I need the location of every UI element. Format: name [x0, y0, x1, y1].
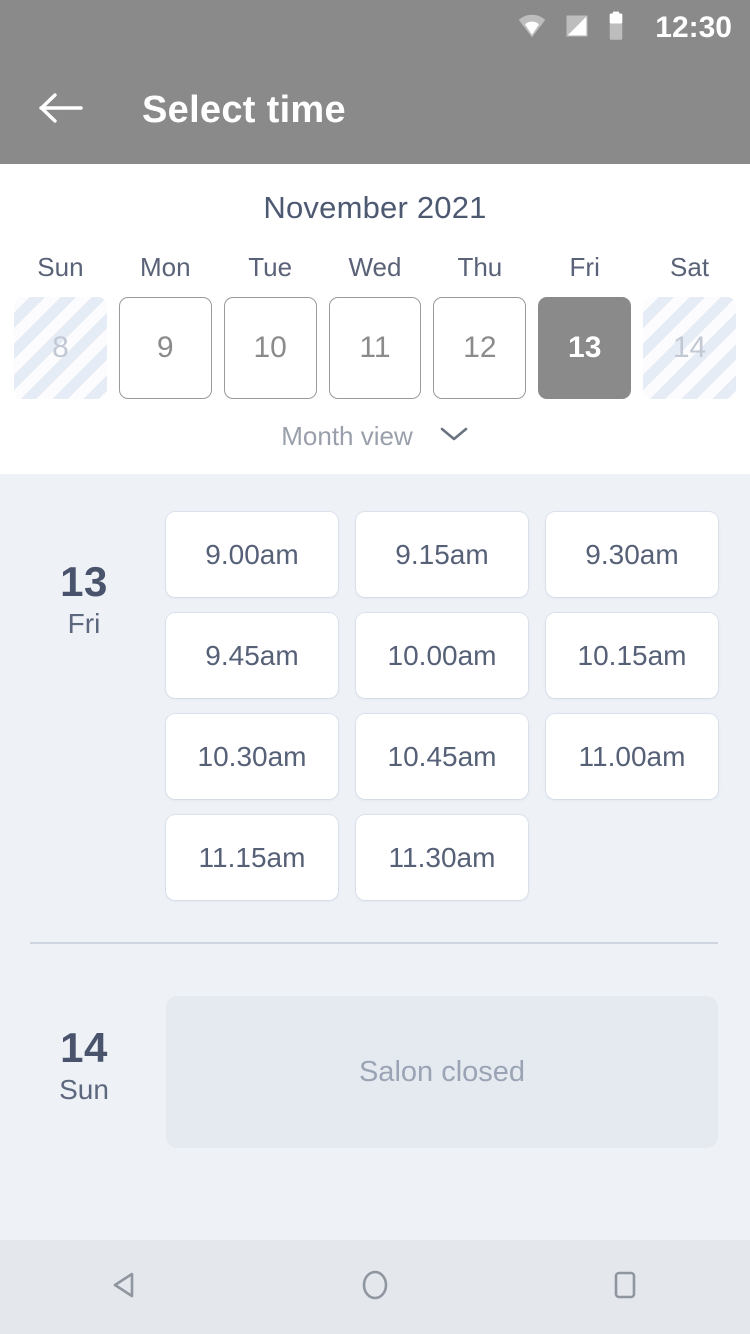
- time-slot[interactable]: 11.15am: [166, 815, 338, 900]
- calendar-day-14: 14: [643, 297, 736, 399]
- time-slot[interactable]: 9.45am: [166, 613, 338, 698]
- calendar-day-9[interactable]: 9: [118, 297, 212, 399]
- calendar-month-label: November 2021: [263, 190, 487, 225]
- home-nav-button[interactable]: [315, 1240, 435, 1334]
- status-bar: 12:30: [0, 0, 750, 56]
- schedule-day-label: 14 Sun: [32, 996, 136, 1148]
- weekday-label: Sat: [670, 252, 710, 282]
- battery-icon: [607, 11, 625, 46]
- page-title: Select time: [142, 88, 346, 131]
- square-icon: [609, 1268, 641, 1307]
- weekday-label: Sun: [37, 252, 84, 282]
- time-slot-grid: 9.00am 9.15am 9.30am 9.45am 10.00am 10.1…: [136, 512, 718, 900]
- cellular-signal-icon: [563, 12, 591, 45]
- schedule-day-name: Fri: [67, 608, 101, 640]
- schedule-list: 13 Fri 9.00am 9.15am 9.30am 9.45am 10.00…: [0, 474, 750, 1240]
- triangle-left-icon: [107, 1267, 143, 1308]
- wifi-icon: [517, 11, 547, 46]
- weekday-label: Tue: [248, 252, 293, 282]
- calendar-day-10[interactable]: 10: [223, 297, 317, 399]
- circle-icon: [358, 1268, 392, 1307]
- month-view-label: Month view: [281, 421, 413, 451]
- calendar-day-11[interactable]: 11: [328, 297, 422, 399]
- time-slot[interactable]: 11.00am: [546, 714, 718, 799]
- salon-closed-card: Salon closed: [166, 996, 718, 1148]
- status-bar-clock: 12:30: [655, 11, 732, 44]
- back-nav-button[interactable]: [65, 1240, 185, 1334]
- time-slot[interactable]: 9.30am: [546, 512, 718, 597]
- schedule-day-number: 13: [60, 558, 108, 605]
- recents-nav-button[interactable]: [565, 1240, 685, 1334]
- schedule-day-label: 13 Fri: [32, 512, 136, 900]
- calendar-day-12[interactable]: 12: [433, 297, 527, 399]
- arrow-left-icon: [38, 91, 84, 130]
- calendar-day-13[interactable]: 13: [538, 297, 632, 399]
- calendar-day-8: 8: [14, 297, 107, 399]
- calendar-day-row: 8 9 10 11 12 13 14: [0, 297, 750, 399]
- weekday-label: Mon: [139, 252, 191, 282]
- time-slot[interactable]: 9.15am: [356, 512, 528, 597]
- schedule-day-number: 14: [60, 1024, 108, 1071]
- chevron-down-icon: [439, 425, 469, 448]
- status-icons: 12:30: [517, 11, 732, 46]
- time-slot[interactable]: 11.30am: [356, 815, 528, 900]
- schedule-day-name: Sun: [59, 1074, 109, 1106]
- back-button[interactable]: [32, 81, 90, 139]
- weekday-label: Fri: [569, 252, 600, 282]
- time-slot[interactable]: 9.00am: [166, 512, 338, 597]
- calendar-panel: November 2021 Sun Mon Tue Wed Thu Fri Sa…: [0, 164, 750, 474]
- time-slot[interactable]: 10.00am: [356, 613, 528, 698]
- calendar-weekday-row: Sun Mon Tue Wed Thu Fri Sat: [0, 252, 750, 283]
- schedule-group-13: 13 Fri 9.00am 9.15am 9.30am 9.45am 10.00…: [0, 474, 750, 900]
- month-view-toggle[interactable]: Month view: [0, 421, 750, 452]
- android-navigation-bar: [0, 1240, 750, 1334]
- schedule-group-14: 14 Sun Salon closed: [0, 944, 750, 1148]
- time-slot[interactable]: 10.15am: [546, 613, 718, 698]
- weekday-label: Wed: [348, 252, 402, 282]
- phone-screen: 12:30 Select time November 2021 Sun Mon …: [0, 0, 750, 1334]
- app-bar: Select time: [0, 56, 750, 164]
- time-slot[interactable]: 10.30am: [166, 714, 338, 799]
- time-slot[interactable]: 10.45am: [356, 714, 528, 799]
- weekday-label: Thu: [457, 252, 503, 282]
